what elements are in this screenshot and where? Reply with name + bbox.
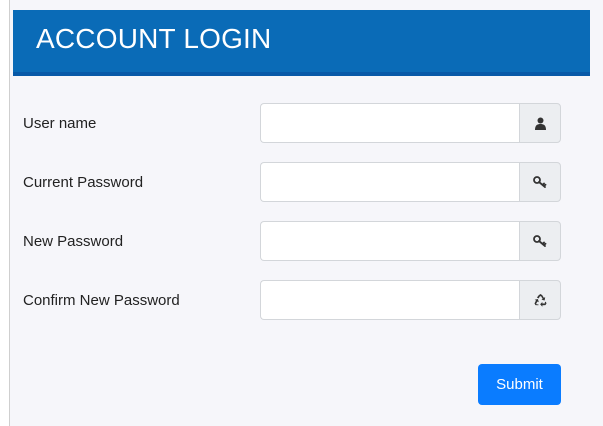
username-input[interactable] [260,103,519,143]
confirm-password-input-group [260,280,561,322]
confirm-password-label: Confirm New Password [23,292,180,309]
confirm-password-row: Confirm New Password [0,280,603,322]
recycle-icon [534,293,546,307]
username-addon [519,103,561,143]
username-label: User name [23,115,97,132]
key-icon [533,235,547,247]
key-icon [533,176,547,188]
new-password-input[interactable] [260,221,519,261]
new-password-input-group [260,221,561,263]
page-title: ACCOUNT LOGIN [36,23,272,54]
current-password-addon [519,162,561,202]
confirm-password-addon [519,280,561,320]
panel-header: ACCOUNT LOGIN [13,10,590,76]
current-password-row: Current Password [0,162,603,204]
confirm-password-input[interactable] [260,280,519,320]
submit-button[interactable]: Submit [478,364,561,405]
user-icon [534,117,546,130]
new-password-row: New Password [0,221,603,263]
page: ACCOUNT LOGIN User name Current Password [0,0,603,426]
new-password-addon [519,221,561,261]
current-password-label: Current Password [23,174,144,191]
username-row: User name [0,103,603,145]
new-password-label: New Password [23,233,124,250]
username-input-group [260,103,561,145]
current-password-input[interactable] [260,162,519,202]
current-password-input-group [260,162,561,204]
